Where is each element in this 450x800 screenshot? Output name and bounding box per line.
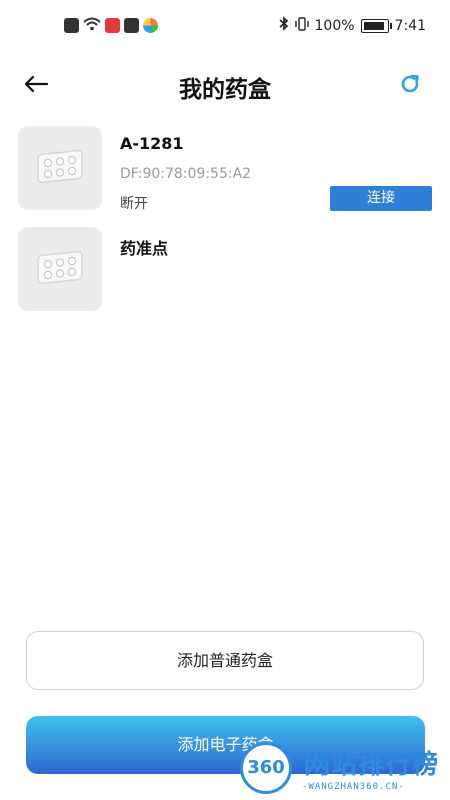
alert-icon bbox=[64, 18, 79, 33]
pillbox-thumbnail bbox=[18, 126, 102, 210]
status-right: 100% 7:41 bbox=[278, 16, 426, 35]
battery-percent: 100% bbox=[314, 17, 355, 34]
app-red-icon bbox=[105, 18, 120, 33]
device-item-1[interactable]: A-1281 DF:90:78:09:55:A2 断开 连接 bbox=[18, 126, 432, 212]
clock: 7:41 bbox=[394, 17, 426, 34]
device-item-2[interactable]: 药准点 bbox=[18, 227, 432, 313]
refresh-icon bbox=[401, 74, 419, 93]
watermark-logo: 360 bbox=[240, 742, 292, 794]
status-bar: 100% 7:41 bbox=[0, 0, 450, 52]
watermark: 360 网站排行榜 -WANGZHAN360.CN- bbox=[236, 740, 450, 800]
device-mac: DF:90:78:09:55:A2 bbox=[120, 166, 252, 182]
app-color-icon bbox=[143, 18, 158, 33]
connect-button[interactable]: 连接 bbox=[330, 186, 432, 211]
bluetooth-icon bbox=[278, 16, 289, 35]
watermark-site-name: 网站排行榜 bbox=[304, 750, 440, 780]
refresh-button[interactable] bbox=[396, 70, 424, 98]
watermark-domain: -WANGZHAN360.CN- bbox=[302, 782, 405, 792]
vibrate-icon bbox=[294, 16, 309, 35]
battery-icon bbox=[360, 18, 392, 33]
page-title: 我的药盒 bbox=[179, 77, 271, 103]
device-status: 断开 bbox=[120, 196, 148, 212]
status-left-icons bbox=[64, 16, 158, 35]
mail-icon bbox=[124, 18, 139, 33]
device-name: A-1281 bbox=[120, 134, 184, 153]
wifi-icon bbox=[83, 16, 101, 35]
pillbox-icon bbox=[37, 149, 83, 184]
pillbox-icon bbox=[37, 250, 83, 285]
pillbox-thumbnail bbox=[18, 227, 102, 311]
add-normal-pillbox-button[interactable]: 添加普通药盒 bbox=[26, 631, 424, 690]
header: 我的药盒 bbox=[0, 60, 450, 108]
device-name: 药准点 bbox=[120, 239, 169, 258]
